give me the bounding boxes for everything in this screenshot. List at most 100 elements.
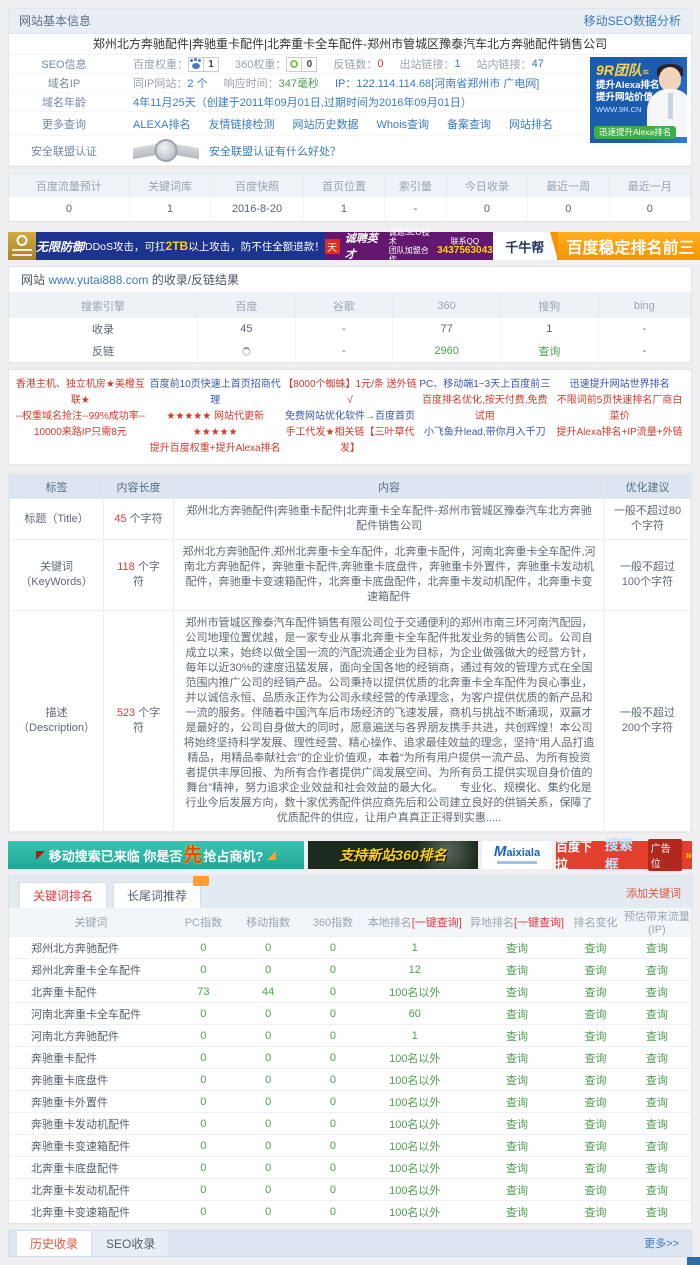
rank-change-query-link[interactable]: 查询 bbox=[584, 943, 606, 955]
remote-rank-query-link[interactable]: 查询 bbox=[506, 965, 528, 977]
traffic-query-link[interactable]: 查询 bbox=[646, 1185, 668, 1197]
rank-change-query-link[interactable]: 查询 bbox=[584, 1031, 606, 1043]
tab-history-collect[interactable]: 历史收录 bbox=[17, 1231, 91, 1256]
traffic-query-link[interactable]: 查询 bbox=[646, 1031, 668, 1043]
backlink-360-link[interactable]: 2960 bbox=[434, 345, 458, 357]
rank-change-query-link[interactable]: 查询 bbox=[584, 965, 606, 977]
whois-link[interactable]: Whois查询 bbox=[376, 116, 429, 132]
ddos-protection-ad[interactable]: 无限防御 DDoS攻击，可扛 2TB 以上攻击，防不住全额退款！ bbox=[36, 232, 325, 260]
keyword-row: 郑州北奔重卡全车配件00012查询查询查询 bbox=[9, 959, 691, 981]
keyword-name: 北奔重卡发动机配件 bbox=[9, 1179, 173, 1201]
keyword-name: 河南北方奔驰配件 bbox=[9, 1025, 173, 1047]
traffic-query-link[interactable]: 查询 bbox=[646, 1119, 668, 1131]
weight360-icon[interactable] bbox=[286, 57, 302, 72]
remote-rank-query-link[interactable]: 查询 bbox=[506, 1119, 528, 1131]
mobile-seo-analysis-link[interactable]: 移动SEO数据分析 bbox=[584, 9, 681, 33]
rank-change-query-link[interactable]: 查询 bbox=[584, 1097, 606, 1109]
rank-change-query-link[interactable]: 查询 bbox=[584, 1053, 606, 1065]
alexa-rank-link[interactable]: ALEXA排名 bbox=[133, 116, 190, 132]
tab-longtail-suggest[interactable]: 长尾词推荐 bbox=[113, 882, 201, 908]
add-keyword-link[interactable]: 添加关键词 bbox=[626, 885, 681, 905]
collect-title: 网站 www.yutai888.com 的收录/反链结果 bbox=[9, 267, 691, 293]
backlinks-value: 0 bbox=[377, 58, 383, 70]
pc-index: 0 bbox=[173, 1003, 234, 1025]
inlinks-value[interactable]: 47 bbox=[532, 58, 544, 70]
text-ad-3[interactable]: 【8000个蜘蛛】1元/条 送外链 √ 免费网站优化软件→百度首页 手工代发★相… bbox=[283, 377, 418, 457]
inlinks-label: 站内链接： bbox=[477, 56, 532, 72]
traffic-query-link[interactable]: 查询 bbox=[646, 1053, 668, 1065]
domain-link[interactable]: www.yutai888.com bbox=[48, 273, 148, 287]
remote-rank-query-link[interactable]: 查询 bbox=[506, 943, 528, 955]
traffic-query-link[interactable]: 查询 bbox=[646, 965, 668, 977]
rank-change-query-link[interactable]: 查询 bbox=[584, 1119, 606, 1131]
rank-change-query-link[interactable]: 查询 bbox=[584, 1163, 606, 1175]
keyword-table-body: 郑州北方奔驰配件0001查询查询查询郑州北奔重卡全车配件00012查询查询查询北… bbox=[9, 937, 691, 1223]
qianniubang-brand[interactable]: 千牛帮 bbox=[493, 232, 557, 260]
outlinks-value[interactable]: 1 bbox=[454, 58, 460, 70]
text-ad-2[interactable]: 百度前10页快速上首页招商代理 ★★★★★ 网站代更新 ★★★★★ 提升百度权重… bbox=[148, 377, 283, 457]
rank-change-query-link[interactable]: 查询 bbox=[584, 1185, 606, 1197]
traffic-query-link[interactable]: 查询 bbox=[646, 1075, 668, 1087]
remote-rank-query-link[interactable]: 查询 bbox=[506, 1053, 528, 1065]
traffic-query-link[interactable]: 查询 bbox=[646, 943, 668, 955]
remote-rank-query-link[interactable]: 查询 bbox=[506, 987, 528, 999]
rank-change-query-link[interactable]: 查询 bbox=[584, 1009, 606, 1021]
backlink-row: 反链 - 2960 查询 - bbox=[9, 340, 691, 362]
maixiala-logo[interactable]: Maixiala bbox=[482, 841, 552, 869]
keyword-name: 奔驰重卡配件 bbox=[9, 1047, 173, 1069]
mobile-index: 0 bbox=[234, 1047, 302, 1069]
alexa-boost-ad[interactable]: 9R团队≋ 提升Alexa排名 提升网站价值 WWW.9R.CN 迅速提升Ale… bbox=[590, 57, 687, 143]
alexa-boost-button[interactable]: 迅速提升Alexa排名 bbox=[594, 126, 676, 139]
baidu-weight-icon[interactable] bbox=[188, 57, 204, 72]
ad-strip-bottom: 移动搜索已来临 你是否 先 抢占商机? 支持新站360排名 Maixiala 百… bbox=[8, 841, 692, 869]
rank-change-query-link[interactable]: 查询 bbox=[584, 1207, 606, 1219]
remote-rank-query-all-link[interactable]: [一键查询] bbox=[514, 917, 564, 929]
remote-rank-query-link[interactable]: 查询 bbox=[506, 1097, 528, 1109]
back-to-top-button[interactable] bbox=[687, 1257, 700, 1265]
cloud-security-badge[interactable] bbox=[8, 232, 36, 260]
local-rank: 60 bbox=[364, 1003, 466, 1025]
remote-rank-query-link[interactable]: 查询 bbox=[506, 1075, 528, 1087]
remote-rank-query-link[interactable]: 查询 bbox=[506, 1009, 528, 1021]
360-index: 0 bbox=[302, 937, 363, 959]
baidu-dropdown-ad[interactable]: 百度下拉 搜索框 广告位 » bbox=[556, 841, 692, 869]
backlink-sogou-query-link[interactable]: 查询 bbox=[538, 346, 560, 358]
remote-rank-query-link[interactable]: 查询 bbox=[506, 1163, 528, 1175]
more-link[interactable]: 更多>> bbox=[644, 1235, 679, 1256]
remote-rank-query-link[interactable]: 查询 bbox=[506, 1031, 528, 1043]
remote-rank-query-link[interactable]: 查询 bbox=[506, 1185, 528, 1197]
traffic-query-link[interactable]: 查询 bbox=[646, 1097, 668, 1109]
traffic-query-link[interactable]: 查询 bbox=[646, 1163, 668, 1175]
ad-strip-top: 无限防御 DDoS攻击，可扛 2TB 以上攻击，防不住全额退款！ 天 诚聘英才 … bbox=[8, 232, 692, 260]
ip-value[interactable]: IP：122.114.114.68[河南省郑州市 广电网] bbox=[335, 75, 539, 91]
local-rank: 1 bbox=[364, 937, 466, 959]
site-rank-link[interactable]: 网站排名 bbox=[509, 116, 553, 132]
traffic-query-link[interactable]: 查询 bbox=[646, 1207, 668, 1219]
traffic-query-link[interactable]: 查询 bbox=[646, 1141, 668, 1153]
remote-rank-query-link[interactable]: 查询 bbox=[506, 1207, 528, 1219]
tab-seo-collect[interactable]: SEO收录 bbox=[93, 1231, 168, 1256]
rank-change-query-link[interactable]: 查询 bbox=[584, 1075, 606, 1087]
rank-change-query-link[interactable]: 查询 bbox=[584, 987, 606, 999]
text-ad-5[interactable]: 迅速提升网站世界排名 不限词前5页快速排名厂商白菜价 提升Alexa排名+IP流… bbox=[552, 377, 687, 457]
tab-keyword-rank[interactable]: 关键词排名 bbox=[19, 882, 107, 908]
mobile-search-ad[interactable]: 移动搜索已来临 你是否 先 抢占商机? bbox=[8, 841, 304, 869]
seo-recruit-ad[interactable]: 天 诚聘英才 诚邀SEO技术团队加盟合作 联系QQ3437563043 bbox=[325, 232, 493, 260]
rank-change-query-link[interactable]: 查询 bbox=[584, 1141, 606, 1153]
local-rank-query-all-link[interactable]: [一键查询] bbox=[412, 917, 462, 929]
icp-record-link[interactable]: 备案查询 bbox=[447, 116, 491, 132]
site-history-link[interactable]: 网站历史数据 bbox=[292, 116, 358, 132]
meta-header-row: 标签 内容长度 内容 优化建议 bbox=[10, 475, 691, 499]
security-benefit-link[interactable]: 安全联盟认证有什么好处？ bbox=[209, 143, 341, 159]
more-query-row: 更多查询 ALEXA排名 友情链接检测 网站历史数据 Whois查询 备案查询 … bbox=[9, 112, 691, 136]
traffic-query-link[interactable]: 查询 bbox=[646, 987, 668, 999]
traffic-query-link[interactable]: 查询 bbox=[646, 1009, 668, 1021]
keyword-row: 北奔重卡底盘配件000100名以外查询查询查询 bbox=[9, 1157, 691, 1179]
text-ad-1[interactable]: 香港主机、独立机房★美橙互联★ --权重域名抢注--99%成功率-- 10000… bbox=[13, 377, 148, 457]
same-ip-value[interactable]: 2 个 bbox=[187, 75, 207, 91]
remote-rank-query-link[interactable]: 查询 bbox=[506, 1141, 528, 1153]
new-site-360-ad[interactable]: 支持新站360排名 bbox=[308, 841, 478, 869]
baidu-rank-ad[interactable]: 百度稳定排名前三 350元/月 bbox=[557, 232, 700, 260]
text-ad-4[interactable]: PC、移动端1~3天上百度前三 百度排名优化,按天付费,免费试用 小飞鱼升lea… bbox=[417, 377, 552, 457]
friend-link-check-link[interactable]: 友情链接检测 bbox=[208, 116, 274, 132]
